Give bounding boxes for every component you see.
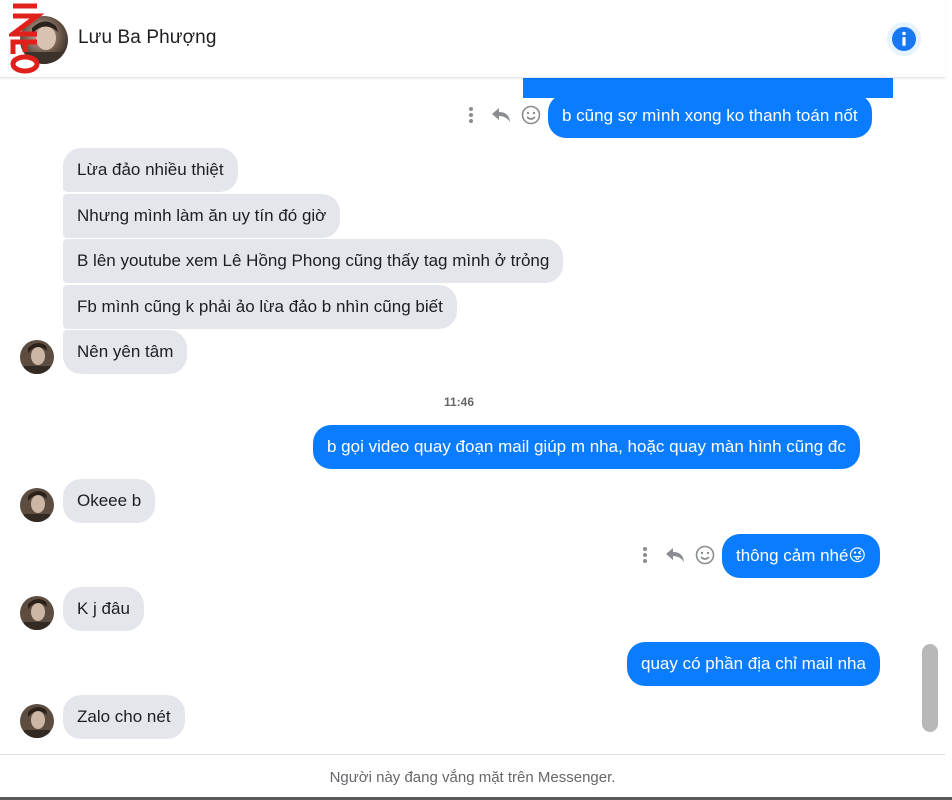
watermark-logo — [5, 0, 47, 74]
sender-avatar[interactable] — [20, 488, 54, 522]
conversation-header: Lưu Ba Phượng — [0, 0, 945, 78]
scrollbar-thumb[interactable] — [922, 644, 938, 732]
smiley-icon[interactable] — [520, 104, 542, 126]
sender-avatar[interactable] — [20, 704, 54, 738]
message-incoming[interactable]: Nên yên tâm — [63, 330, 188, 374]
more-vertical-icon[interactable] — [460, 104, 482, 126]
reply-icon[interactable] — [490, 104, 512, 126]
message-incoming[interactable]: Zalo cho nét — [63, 695, 185, 739]
message-incoming[interactable]: K j đâu — [63, 587, 144, 631]
sender-avatar[interactable] — [20, 340, 54, 374]
smiley-icon[interactable] — [694, 544, 716, 566]
info-button[interactable] — [887, 22, 921, 56]
info-icon — [892, 27, 916, 51]
sender-avatar[interactable] — [20, 596, 54, 630]
message-actions — [634, 543, 716, 567]
more-vertical-icon[interactable] — [634, 544, 656, 566]
presence-status: Người này đang vắng mặt trên Messenger. — [0, 754, 945, 800]
message-outgoing[interactable]: b gọi video quay đoạn mail giúp m nha, h… — [313, 425, 860, 469]
message-outgoing[interactable]: quay có phần địa chỉ mail nha — [627, 642, 880, 686]
message-incoming[interactable]: Nhưng mình làm ăn uy tín đó giờ — [63, 194, 341, 238]
messenger-window: Lưu Ba Phượng b cũng sợ mình xong ko tha… — [0, 0, 945, 800]
message-incoming[interactable]: Okeee b — [63, 479, 156, 523]
contact-name[interactable]: Lưu Ba Phượng — [78, 27, 217, 49]
reply-icon[interactable] — [664, 544, 686, 566]
message-actions — [460, 103, 542, 127]
timestamp: 11:46 — [443, 395, 475, 409]
message-incoming[interactable]: Lừa đảo nhiều thiệt — [63, 148, 238, 192]
message-outgoing[interactable]: thông cảm nhé😜 — [722, 534, 881, 578]
message-list: b cũng sợ mình xong ko thanh toán nốt Lừ… — [0, 78, 918, 754]
message-incoming[interactable]: B lên youtube xem Lê Hồng Phong cũng thấ… — [63, 239, 564, 283]
message-incoming[interactable]: Fb mình cũng k phải ảo lừa đảo b nhìn cũ… — [63, 285, 457, 329]
message-outgoing[interactable]: b cũng sợ mình xong ko thanh toán nốt — [548, 94, 872, 138]
